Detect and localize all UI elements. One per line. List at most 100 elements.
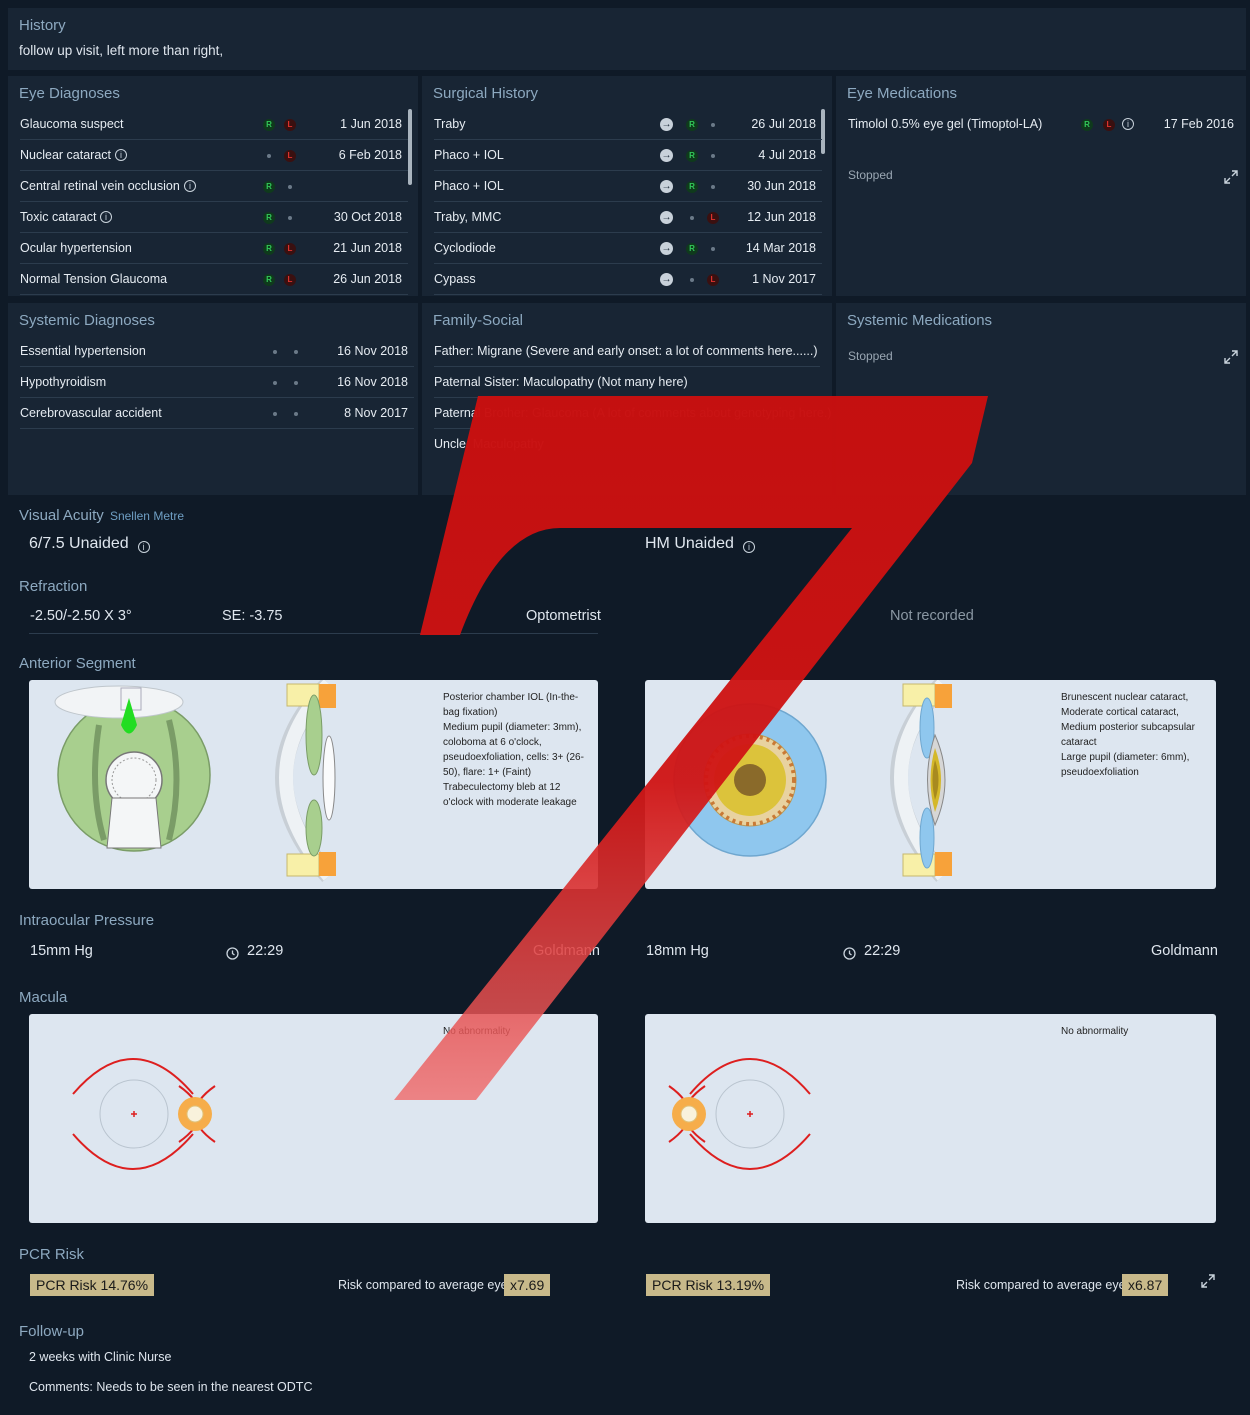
right-eye-badge: R [686, 243, 698, 255]
anterior-segment-right-canvas[interactable]: Posterior chamber IOL (In-the-bag fixati… [29, 680, 598, 889]
diagnosis-name: Glaucoma suspect [20, 117, 124, 131]
family-social-title: Family-Social [433, 312, 524, 329]
list-item[interactable]: Timolol 0.5% eye gel (Timoptol-LA) R L i… [848, 109, 1240, 140]
iop-left-time: 22:29 [864, 943, 901, 959]
diagnosis-date: 6 Feb 2018 [338, 148, 402, 162]
diagnosis-date: 16 Nov 2018 [337, 344, 408, 358]
arrow-right-icon[interactable]: → [660, 149, 673, 162]
finding-line: Moderate cortical cataract, [1061, 707, 1179, 718]
macula-right-drawing [72, 1058, 216, 1170]
list-item[interactable]: Cerebrovascular accident 8 Nov 2017 [20, 398, 414, 429]
list-item[interactable]: Traby, MMC → L 12 Jun 2018 [434, 202, 822, 233]
macula-title: Macula [19, 989, 68, 1006]
list-item[interactable]: Central retinal vein occlusion i R [20, 171, 408, 202]
stopped-toggle[interactable]: Stopped [848, 168, 893, 182]
pcr-right-compare: Risk compared to average eye [338, 1278, 508, 1292]
macula-right-note: No abnormality [443, 1026, 511, 1037]
right-eye-badge: R [686, 181, 698, 193]
family-member-entry: Uncle: Maculopathy [434, 437, 544, 451]
list-item[interactable]: Glaucoma suspect R L 1 Jun 2018 [20, 109, 408, 140]
procedure-date: 4 Jul 2018 [758, 148, 816, 162]
right-eye-badge: R [263, 212, 275, 224]
arrow-right-icon[interactable]: → [660, 118, 673, 131]
macula-left-canvas[interactable]: No abnormality [645, 1014, 1216, 1223]
diagnosis-name: Cerebrovascular accident [20, 406, 162, 420]
surgical-history-panel: Surgical History Traby → R 26 Jul 2018 Phaco… [422, 76, 832, 296]
right-eye-badge: R [263, 274, 275, 286]
left-eye-empty [711, 154, 715, 158]
expand-icon[interactable] [1224, 350, 1238, 364]
right-eye-empty [690, 278, 694, 282]
family-member-entry: Paternal Sister: Maculopathy (Not many h… [434, 375, 688, 389]
arrow-right-icon[interactable]: → [660, 273, 673, 286]
eye-medications-title: Eye Medications [847, 85, 958, 102]
arrow-right-icon[interactable]: → [660, 211, 673, 224]
left-eye-badge: L [707, 212, 719, 224]
pcr-risk-left-badge: PCR Risk 13.19% [646, 1274, 771, 1296]
list-item: Uncle: Maculopathy [434, 429, 820, 460]
list-item: Paternal Sister: Maculopathy (Not many h… [434, 367, 820, 398]
info-icon[interactable]: i [184, 180, 196, 192]
eye-diagnoses-panel: Eye Diagnoses Glaucoma suspect R L 1 Jun 20… [8, 76, 418, 296]
info-icon[interactable]: i [115, 149, 127, 161]
right-eye-empty [273, 381, 277, 385]
procedure-date: 12 Jun 2018 [747, 210, 816, 224]
left-eye-empty [294, 350, 298, 354]
stopped-toggle[interactable]: Stopped [848, 349, 893, 363]
list-item[interactable]: Traby → R 26 Jul 2018 [434, 109, 822, 140]
finding-line: cataract [1061, 737, 1097, 748]
scrollbar[interactable] [408, 109, 412, 185]
list-item[interactable]: Essential hypertension 16 Nov 2018 [20, 336, 414, 367]
visual-acuity-left: HM Unaided i [645, 535, 755, 553]
diagnosis-name: Ocular hypertension [20, 241, 132, 255]
info-icon[interactable]: i [742, 541, 755, 553]
right-eye-badge: R [686, 119, 698, 131]
finding-line: Medium pupil (diameter: 3mm), [443, 722, 582, 733]
finding-line: 50), flare: 1+ (Faint) [443, 767, 532, 778]
expand-icon[interactable] [1224, 170, 1238, 184]
procedure-name: Traby [434, 117, 466, 131]
list-item[interactable]: Ocular hypertension R L 21 Jun 2018 [20, 233, 408, 264]
anterior-segment-left-drawing [673, 680, 952, 882]
expand-icon[interactable] [1201, 1274, 1215, 1288]
procedure-name: Traby, MMC [434, 210, 502, 224]
list-item[interactable]: Cypass → L 1 Nov 2017 [434, 264, 822, 295]
finding-line: pseudoexfoliation [1061, 767, 1139, 778]
finding-line: o'clock with moderate leakage [443, 797, 577, 808]
anterior-segment-left-canvas[interactable]: Brunescent nuclear cataract, Moderate cor… [645, 680, 1216, 889]
right-eye-empty [273, 412, 277, 416]
left-eye-empty [288, 216, 292, 220]
iop-right-time: 22:29 [247, 943, 284, 959]
list-item[interactable]: Nuclear cataract i L 6 Feb 2018 [20, 140, 408, 171]
left-eye-empty [711, 247, 715, 251]
arrow-right-icon[interactable]: → [660, 242, 673, 255]
visual-acuity-right-value: 6/7.5 Unaided [29, 535, 129, 552]
list-item[interactable]: Phaco + IOL → R 30 Jun 2018 [434, 171, 822, 202]
diagnosis-name: Toxic cataract [20, 210, 97, 224]
medication-date: 17 Feb 2016 [1163, 117, 1234, 131]
refraction-left-value: Not recorded [890, 608, 974, 624]
visual-acuity-unit: Snellen Metre [109, 509, 184, 523]
info-icon[interactable]: i [137, 541, 150, 553]
list-item[interactable]: Toxic cataract i R 30 Oct 2018 [20, 202, 408, 233]
list-item[interactable]: Cyclodiode → R 14 Mar 2018 [434, 233, 822, 264]
pcr-risk-right-badge: PCR Risk 14.76% [30, 1274, 155, 1296]
info-icon[interactable]: i [1122, 118, 1134, 130]
list-item[interactable]: Phaco + IOL → R 4 Jul 2018 [434, 140, 822, 171]
finding-line: pseudoexfoliation, cells: 3+ (26- [443, 752, 584, 763]
macula-right-canvas[interactable]: No abnormality [29, 1014, 598, 1223]
procedure-name: Cypass [434, 272, 476, 286]
systemic-medications-panel: Systemic Medications Stopped [836, 303, 1246, 495]
arrow-right-icon[interactable]: → [660, 180, 673, 193]
left-eye-badge: L [284, 243, 296, 255]
systemic-medications-title: Systemic Medications [847, 312, 993, 329]
procedure-name: Cyclodiode [434, 241, 496, 255]
family-member-entry: Paternal Brother: Glaucoma (A lot of com… [434, 406, 831, 420]
info-icon[interactable]: i [100, 211, 112, 223]
followup-title: Follow-up [19, 1323, 85, 1340]
pcr-right-factor: x7.69 [504, 1274, 551, 1296]
list-item[interactable]: Hypothyroidism 16 Nov 2018 [20, 367, 414, 398]
list-item[interactable]: Normal Tension Glaucoma R L 26 Jun 2018 [20, 264, 408, 295]
medication-name: Timolol 0.5% eye gel (Timoptol-LA) [848, 117, 1043, 131]
history-panel: History follow up visit, left more than … [8, 8, 1246, 70]
